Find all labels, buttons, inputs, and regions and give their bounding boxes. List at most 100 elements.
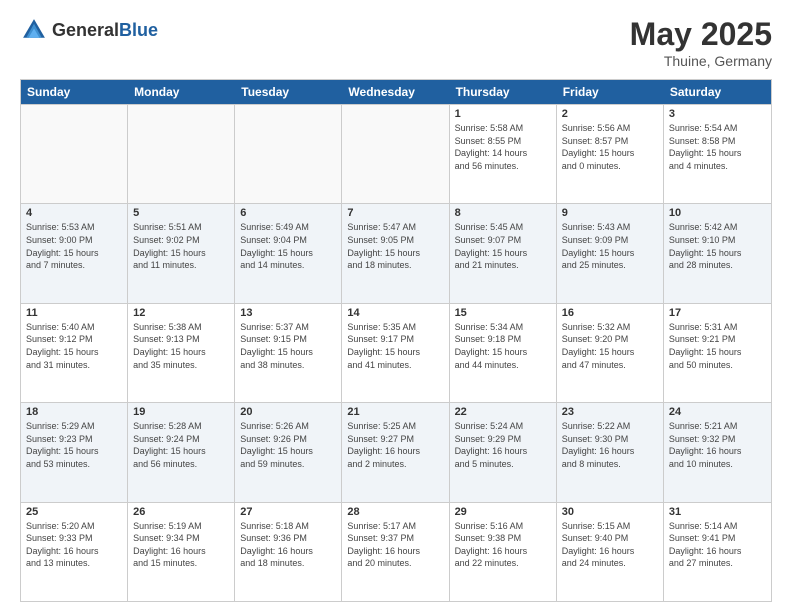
day-info: Sunrise: 5:32 AMSunset: 9:20 PMDaylight:… xyxy=(562,321,658,371)
day-info: Sunrise: 5:28 AMSunset: 9:24 PMDaylight:… xyxy=(133,420,229,470)
day-info: Sunrise: 5:24 AMSunset: 9:29 PMDaylight:… xyxy=(455,420,551,470)
day-info: Sunrise: 5:58 AMSunset: 8:55 PMDaylight:… xyxy=(455,122,551,172)
page: GeneralBlue May 2025 Thuine, Germany Sun… xyxy=(0,0,792,612)
logo-general: General xyxy=(52,20,119,40)
header-cell-wednesday: Wednesday xyxy=(342,80,449,104)
day-number: 5 xyxy=(133,207,229,219)
day-number: 12 xyxy=(133,307,229,319)
calendar-cell: 27Sunrise: 5:18 AMSunset: 9:36 PMDayligh… xyxy=(235,503,342,601)
day-number: 15 xyxy=(455,307,551,319)
day-number: 13 xyxy=(240,307,336,319)
day-number: 23 xyxy=(562,406,658,418)
day-info: Sunrise: 5:51 AMSunset: 9:02 PMDaylight:… xyxy=(133,221,229,271)
day-info: Sunrise: 5:18 AMSunset: 9:36 PMDaylight:… xyxy=(240,520,336,570)
calendar-cell: 18Sunrise: 5:29 AMSunset: 9:23 PMDayligh… xyxy=(21,403,128,501)
day-number: 11 xyxy=(26,307,122,319)
calendar-cell: 5 Sunrise: 5:51 AMSunset: 9:02 PMDaylight… xyxy=(128,204,235,302)
day-info: Sunrise: 5:42 AMSunset: 9:10 PMDaylight:… xyxy=(669,221,766,271)
header-cell-sunday: Sunday xyxy=(21,80,128,104)
calendar-row-5: 25Sunrise: 5:20 AMSunset: 9:33 PMDayligh… xyxy=(21,502,771,601)
calendar-cell: 26 Sunrise: 5:19 AMSunset: 9:34 PMDayligh… xyxy=(128,503,235,601)
day-info: Sunrise: 5:19 AMSunset: 9:34 PMDaylight:… xyxy=(133,520,229,570)
day-info: Sunrise: 5:45 AMSunset: 9:07 PMDaylight:… xyxy=(455,221,551,271)
header: GeneralBlue May 2025 Thuine, Germany xyxy=(20,16,772,69)
header-cell-monday: Monday xyxy=(128,80,235,104)
day-number: 30 xyxy=(562,506,658,518)
calendar-cell: 25Sunrise: 5:20 AMSunset: 9:33 PMDayligh… xyxy=(21,503,128,601)
day-info: Sunrise: 5:40 AMSunset: 9:12 PMDaylight:… xyxy=(26,321,122,371)
title-location: Thuine, Germany xyxy=(630,53,772,69)
day-number: 17 xyxy=(669,307,766,319)
calendar-cell: 28 Sunrise: 5:17 AMSunset: 9:37 PMDayligh… xyxy=(342,503,449,601)
logo-text: GeneralBlue xyxy=(52,20,158,41)
day-info: Sunrise: 5:56 AMSunset: 8:57 PMDaylight:… xyxy=(562,122,658,172)
calendar-cell: 22 Sunrise: 5:24 AMSunset: 9:29 PMDayligh… xyxy=(450,403,557,501)
day-number: 3 xyxy=(669,108,766,120)
day-info: Sunrise: 5:54 AMSunset: 8:58 PMDaylight:… xyxy=(669,122,766,172)
day-number: 28 xyxy=(347,506,443,518)
day-info: Sunrise: 5:21 AMSunset: 9:32 PMDaylight:… xyxy=(669,420,766,470)
day-info: Sunrise: 5:16 AMSunset: 9:38 PMDaylight:… xyxy=(455,520,551,570)
calendar-cell: 7Sunrise: 5:47 AMSunset: 9:05 PMDaylight… xyxy=(342,204,449,302)
calendar-cell: 19 Sunrise: 5:28 AMSunset: 9:24 PMDayligh… xyxy=(128,403,235,501)
day-number: 9 xyxy=(562,207,658,219)
day-number: 21 xyxy=(347,406,443,418)
day-info: Sunrise: 5:15 AMSunset: 9:40 PMDaylight:… xyxy=(562,520,658,570)
day-info: Sunrise: 5:43 AMSunset: 9:09 PMDaylight:… xyxy=(562,221,658,271)
day-number: 8 xyxy=(455,207,551,219)
day-number: 1 xyxy=(455,108,551,120)
day-info: Sunrise: 5:25 AMSunset: 9:27 PMDaylight:… xyxy=(347,420,443,470)
calendar-cell: 3 Sunrise: 5:54 AMSunset: 8:58 PMDaylight… xyxy=(664,105,771,203)
day-number: 16 xyxy=(562,307,658,319)
day-number: 4 xyxy=(26,207,122,219)
calendar-cell: 9 Sunrise: 5:43 AMSunset: 9:09 PMDaylight… xyxy=(557,204,664,302)
calendar-cell: 23 Sunrise: 5:22 AMSunset: 9:30 PMDayligh… xyxy=(557,403,664,501)
day-number: 10 xyxy=(669,207,766,219)
day-info: Sunrise: 5:37 AMSunset: 9:15 PMDaylight:… xyxy=(240,321,336,371)
day-info: Sunrise: 5:38 AMSunset: 9:13 PMDaylight:… xyxy=(133,321,229,371)
calendar-cell: 15Sunrise: 5:34 AMSunset: 9:18 PMDayligh… xyxy=(450,304,557,402)
calendar-cell: 30 Sunrise: 5:15 AMSunset: 9:40 PMDayligh… xyxy=(557,503,664,601)
title-block: May 2025 Thuine, Germany xyxy=(630,16,772,69)
day-number: 31 xyxy=(669,506,766,518)
calendar-cell xyxy=(21,105,128,203)
day-number: 25 xyxy=(26,506,122,518)
calendar-cell: 2 Sunrise: 5:56 AMSunset: 8:57 PMDaylight… xyxy=(557,105,664,203)
logo-blue: Blue xyxy=(119,20,158,40)
day-number: 2 xyxy=(562,108,658,120)
day-number: 22 xyxy=(455,406,551,418)
calendar-cell: 31Sunrise: 5:14 AMSunset: 9:41 PMDayligh… xyxy=(664,503,771,601)
calendar-cell: 20 Sunrise: 5:26 AMSunset: 9:26 PMDayligh… xyxy=(235,403,342,501)
logo-icon xyxy=(20,16,48,44)
day-number: 19 xyxy=(133,406,229,418)
day-number: 20 xyxy=(240,406,336,418)
calendar-cell: 4 Sunrise: 5:53 AMSunset: 9:00 PMDaylight… xyxy=(21,204,128,302)
calendar: SundayMondayTuesdayWednesdayThursdayFrid… xyxy=(20,79,772,602)
day-number: 7 xyxy=(347,207,443,219)
day-info: Sunrise: 5:31 AMSunset: 9:21 PMDaylight:… xyxy=(669,321,766,371)
day-info: Sunrise: 5:17 AMSunset: 9:37 PMDaylight:… xyxy=(347,520,443,570)
day-info: Sunrise: 5:29 AMSunset: 9:23 PMDaylight:… xyxy=(26,420,122,470)
calendar-row-1: 1 Sunrise: 5:58 AMSunset: 8:55 PMDaylight… xyxy=(21,104,771,203)
calendar-cell: 24Sunrise: 5:21 AMSunset: 9:32 PMDayligh… xyxy=(664,403,771,501)
calendar-cell xyxy=(235,105,342,203)
title-month: May 2025 xyxy=(630,16,772,53)
calendar-header-row: SundayMondayTuesdayWednesdayThursdayFrid… xyxy=(21,80,771,104)
calendar-cell: 11 Sunrise: 5:40 AMSunset: 9:12 PMDayligh… xyxy=(21,304,128,402)
day-number: 26 xyxy=(133,506,229,518)
calendar-row-3: 11 Sunrise: 5:40 AMSunset: 9:12 PMDayligh… xyxy=(21,303,771,402)
day-info: Sunrise: 5:49 AMSunset: 9:04 PMDaylight:… xyxy=(240,221,336,271)
day-info: Sunrise: 5:26 AMSunset: 9:26 PMDaylight:… xyxy=(240,420,336,470)
calendar-cell xyxy=(128,105,235,203)
calendar-cell: 8 Sunrise: 5:45 AMSunset: 9:07 PMDaylight… xyxy=(450,204,557,302)
calendar-cell: 1 Sunrise: 5:58 AMSunset: 8:55 PMDaylight… xyxy=(450,105,557,203)
logo: GeneralBlue xyxy=(20,16,158,44)
day-number: 6 xyxy=(240,207,336,219)
header-cell-tuesday: Tuesday xyxy=(235,80,342,104)
day-info: Sunrise: 5:53 AMSunset: 9:00 PMDaylight:… xyxy=(26,221,122,271)
day-info: Sunrise: 5:22 AMSunset: 9:30 PMDaylight:… xyxy=(562,420,658,470)
calendar-cell: 12 Sunrise: 5:38 AMSunset: 9:13 PMDayligh… xyxy=(128,304,235,402)
calendar-row-2: 4 Sunrise: 5:53 AMSunset: 9:00 PMDaylight… xyxy=(21,203,771,302)
header-cell-thursday: Thursday xyxy=(450,80,557,104)
header-cell-friday: Friday xyxy=(557,80,664,104)
